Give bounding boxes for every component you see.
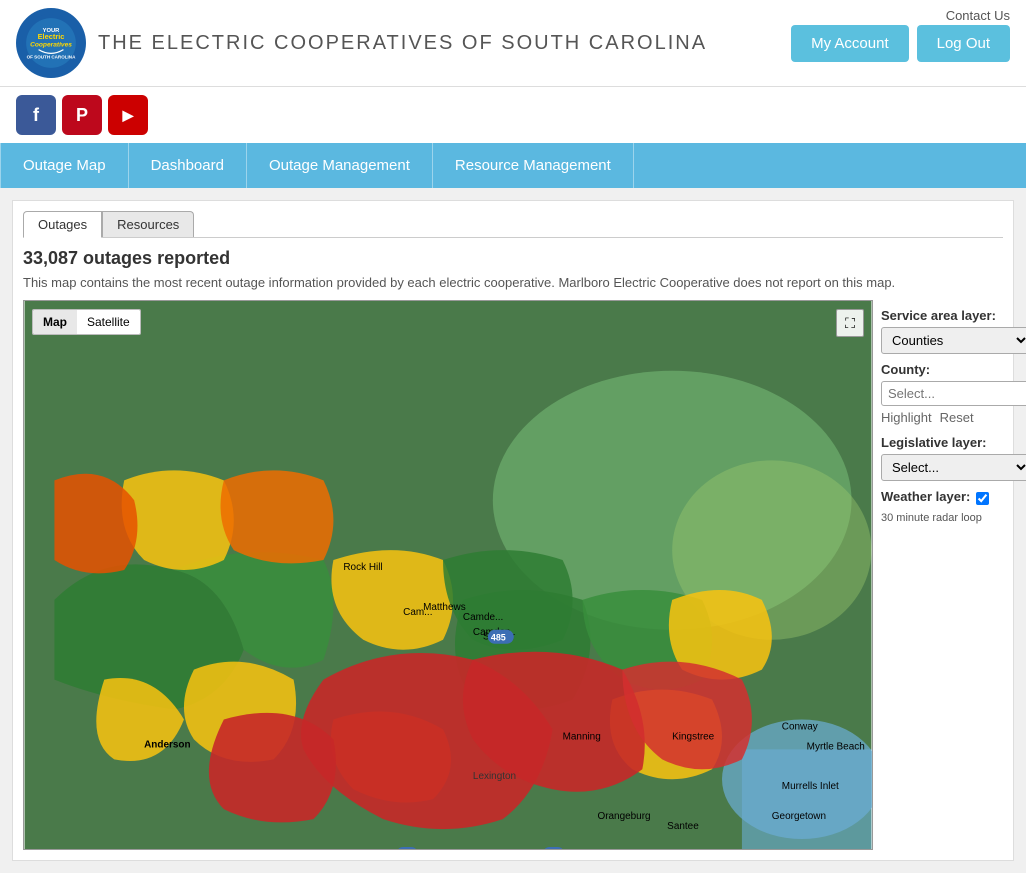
- pinterest-button[interactable]: P: [62, 95, 102, 135]
- reset-link[interactable]: Reset: [940, 410, 974, 425]
- outage-description: This map contains the most recent outage…: [23, 275, 1003, 290]
- nav-resource-management[interactable]: Resource Management: [433, 143, 634, 188]
- county-input[interactable]: [881, 381, 1026, 406]
- svg-text:OF SOUTH CAROLINA: OF SOUTH CAROLINA: [27, 55, 76, 60]
- satellite-view-button[interactable]: Satellite: [77, 310, 140, 334]
- tab-resources[interactable]: Resources: [102, 211, 194, 237]
- highlight-link[interactable]: Highlight: [881, 410, 932, 425]
- map-svg: Anderson Columbia Sumter Aiken Augusta L…: [24, 301, 872, 849]
- youtube-button[interactable]: ▶: [108, 95, 148, 135]
- svg-text:Murrells Inlet: Murrells Inlet: [782, 781, 839, 792]
- svg-text:Santee: Santee: [667, 821, 699, 832]
- outage-count: 33,087 outages reported: [23, 248, 1003, 269]
- svg-text:Cooperatives: Cooperatives: [30, 41, 72, 48]
- svg-text:Myrtle Beach: Myrtle Beach: [807, 741, 865, 752]
- county-label: County:: [881, 362, 1026, 377]
- svg-text:Kingstree: Kingstree: [672, 731, 715, 742]
- legislative-select[interactable]: Select... House Senate: [881, 454, 1026, 481]
- nav-outage-management[interactable]: Outage Management: [247, 143, 433, 188]
- log-out-button[interactable]: Log Out: [917, 25, 1010, 62]
- map-view-button[interactable]: Map: [33, 310, 77, 334]
- facebook-icon: f: [33, 105, 39, 126]
- pinterest-icon: P: [76, 105, 88, 126]
- map-sidebar: Service area layer: Counties Districts C…: [873, 300, 1026, 850]
- youtube-icon: ▶: [123, 107, 134, 124]
- tabs: Outages Resources: [23, 211, 1003, 238]
- my-account-button[interactable]: My Account: [791, 25, 909, 62]
- facebook-button[interactable]: f: [16, 95, 56, 135]
- svg-text:Georgetown: Georgetown: [772, 811, 826, 822]
- svg-text:485: 485: [491, 633, 506, 643]
- svg-text:Electric: Electric: [38, 32, 65, 41]
- service-area-select[interactable]: Counties Districts Cooperatives: [881, 327, 1026, 354]
- fullscreen-button[interactable]: ⛶: [836, 309, 864, 337]
- nav-dashboard[interactable]: Dashboard: [129, 143, 247, 188]
- logo: YOUR Electric Cooperatives OF SOUTH CARO…: [16, 8, 86, 78]
- map-area[interactable]: Map Satellite ⛶: [23, 300, 873, 850]
- map-toggle: Map Satellite: [32, 309, 141, 335]
- svg-text:Camde...: Camde...: [463, 612, 503, 623]
- tab-outages[interactable]: Outages: [23, 211, 102, 238]
- org-name: THE ELECTRIC COOPERATIVES OF SOUTH CAROL…: [98, 32, 707, 55]
- main-nav: Outage Map Dashboard Outage Management R…: [0, 143, 1026, 188]
- fullscreen-icon: ⛶: [845, 315, 855, 332]
- legislative-label: Legislative layer:: [881, 435, 1026, 450]
- svg-text:Manning: Manning: [563, 731, 601, 742]
- svg-text:Rock Hill: Rock Hill: [343, 562, 382, 573]
- svg-text:Orangeburg: Orangeburg: [597, 811, 650, 822]
- svg-text:Matthews: Matthews: [423, 602, 466, 613]
- svg-text:Anderson: Anderson: [144, 739, 190, 750]
- weather-note: 30 minute radar loop: [881, 512, 1026, 524]
- svg-text:Lexington: Lexington: [473, 771, 516, 782]
- service-area-label: Service area layer:: [881, 308, 1026, 323]
- nav-outage-map[interactable]: Outage Map: [0, 143, 129, 188]
- svg-text:Conway: Conway: [782, 721, 818, 732]
- weather-label: Weather layer:: [881, 489, 970, 504]
- contact-us-link[interactable]: Contact Us: [946, 8, 1010, 23]
- weather-checkbox[interactable]: [976, 492, 989, 505]
